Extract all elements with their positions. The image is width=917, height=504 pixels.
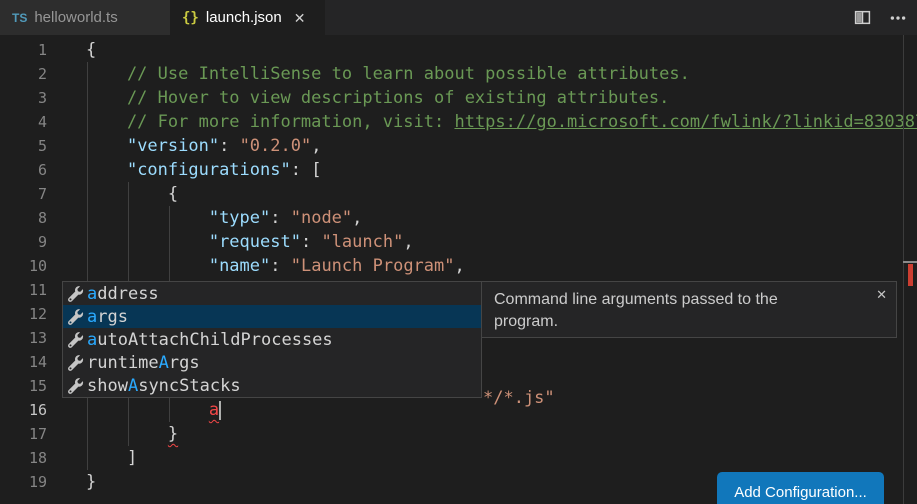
code-line[interactable]: 3 // Hover to view descriptions of exist… bbox=[0, 86, 903, 110]
intellisense-suggest-widget: address args autoAttachChildProcesses ru… bbox=[62, 281, 482, 398]
line-number: 9 bbox=[0, 233, 62, 251]
doc-popup-text: Command line arguments passed to the pro… bbox=[494, 289, 824, 332]
line-number: 1 bbox=[0, 41, 62, 59]
wrench-icon bbox=[66, 354, 84, 372]
suggest-item-args[interactable]: args bbox=[63, 305, 481, 328]
suggestion-doc-popup: Command line arguments passed to the pro… bbox=[481, 281, 897, 338]
code-line-text: "name": "Launch Program", bbox=[62, 256, 465, 276]
code-line-text: { bbox=[62, 40, 96, 60]
line-number: 18 bbox=[0, 449, 62, 467]
wrench-icon bbox=[66, 377, 84, 395]
editor-tab-bar: TS helloworld.ts {} launch.json ✕ bbox=[0, 0, 917, 35]
text-cursor bbox=[219, 401, 221, 420]
close-icon[interactable]: ✕ bbox=[294, 11, 306, 25]
overview-ruler-cursor-mark bbox=[903, 261, 917, 263]
line-number: 17 bbox=[0, 425, 62, 443]
code-line[interactable]: 18 ] bbox=[0, 446, 903, 470]
split-editor-icon[interactable] bbox=[851, 7, 873, 29]
suggest-item-label: address bbox=[87, 284, 159, 304]
line-number: 16 bbox=[0, 401, 62, 419]
wrench-icon bbox=[66, 308, 84, 326]
code-line[interactable]: 16 a bbox=[0, 398, 903, 422]
json-file-icon: {} bbox=[182, 10, 199, 26]
suggest-item-label: args bbox=[87, 307, 128, 327]
typescript-file-icon: TS bbox=[12, 11, 27, 25]
suggest-item-label: showAsyncStacks bbox=[87, 376, 241, 396]
code-line[interactable]: 8 "type": "node", bbox=[0, 206, 903, 230]
line-number: 11 bbox=[0, 281, 62, 299]
line-number: 15 bbox=[0, 377, 62, 395]
line-number: 3 bbox=[0, 89, 62, 107]
line-number: 6 bbox=[0, 161, 62, 179]
code-line-text: a bbox=[62, 400, 221, 420]
line-number: 10 bbox=[0, 257, 62, 275]
suggest-item-autoAttachChildProcesses[interactable]: autoAttachChildProcesses bbox=[63, 328, 481, 351]
line-number: 5 bbox=[0, 137, 62, 155]
code-line-text: } bbox=[62, 472, 96, 492]
line-number: 19 bbox=[0, 473, 62, 491]
tab-label: helloworld.ts bbox=[34, 9, 117, 26]
code-line-text: "configurations": [ bbox=[62, 160, 321, 180]
line-number: 7 bbox=[0, 185, 62, 203]
code-line-14-fragment: */*.js" bbox=[483, 388, 555, 408]
code-line[interactable]: 9 "request": "launch", bbox=[0, 230, 903, 254]
tab-label: launch.json bbox=[206, 9, 282, 26]
code-line[interactable]: 7 { bbox=[0, 182, 903, 206]
code-line[interactable]: 4 // For more information, visit: https:… bbox=[0, 110, 903, 134]
overview-ruler-border bbox=[903, 35, 904, 504]
code-line-text: // For more information, visit: https://… bbox=[62, 112, 917, 132]
code-editor[interactable]: 1{2 // Use IntelliSense to learn about p… bbox=[0, 35, 917, 504]
code-line[interactable]: 5 "version": "0.2.0", bbox=[0, 134, 903, 158]
editor-actions bbox=[851, 0, 917, 35]
tab-helloworld.ts[interactable]: TS helloworld.ts bbox=[0, 0, 170, 35]
suggest-item-label: autoAttachChildProcesses bbox=[87, 330, 333, 350]
code-line-text: // Hover to view descriptions of existin… bbox=[62, 88, 669, 108]
add-configuration-button[interactable]: Add Configuration... bbox=[717, 472, 884, 504]
code-line[interactable]: 2 // Use IntelliSense to learn about pos… bbox=[0, 62, 903, 86]
tab-launch.json[interactable]: {} launch.json ✕ bbox=[170, 0, 325, 35]
line-number: 12 bbox=[0, 305, 62, 323]
line-number: 2 bbox=[0, 65, 62, 83]
line-number: 8 bbox=[0, 209, 62, 227]
code-line-text: } bbox=[62, 424, 178, 444]
suggest-item-runtimeArgs[interactable]: runtimeArgs bbox=[63, 351, 481, 374]
code-line-text: "version": "0.2.0", bbox=[62, 136, 321, 156]
suggest-item-label: runtimeArgs bbox=[87, 353, 200, 373]
code-lines: 1{2 // Use IntelliSense to learn about p… bbox=[0, 38, 903, 494]
suggest-item-address[interactable]: address bbox=[63, 282, 481, 305]
code-line[interactable]: 6 "configurations": [ bbox=[0, 158, 903, 182]
vscode-editor-window: TS helloworld.ts {} launch.json ✕ 1 bbox=[0, 0, 917, 504]
line-number: 13 bbox=[0, 329, 62, 347]
code-line[interactable]: 10 "name": "Launch Program", bbox=[0, 254, 903, 278]
code-line-text: "type": "node", bbox=[62, 208, 362, 228]
code-line-text: "request": "launch", bbox=[62, 232, 414, 252]
code-line[interactable]: 1{ bbox=[0, 38, 903, 62]
wrench-icon bbox=[66, 331, 84, 349]
code-line-text: // Use IntelliSense to learn about possi… bbox=[62, 64, 690, 84]
overview-ruler-error-mark bbox=[908, 264, 913, 286]
code-line[interactable]: 17 } bbox=[0, 422, 903, 446]
close-icon[interactable]: ✕ bbox=[876, 288, 887, 301]
line-number: 14 bbox=[0, 353, 62, 371]
more-actions-icon[interactable] bbox=[887, 7, 909, 29]
line-number: 4 bbox=[0, 113, 62, 131]
wrench-icon bbox=[66, 285, 84, 303]
code-line-text: { bbox=[62, 184, 178, 204]
suggest-item-showAsyncStacks[interactable]: showAsyncStacks bbox=[63, 374, 481, 397]
code-line-text: ] bbox=[62, 448, 137, 468]
